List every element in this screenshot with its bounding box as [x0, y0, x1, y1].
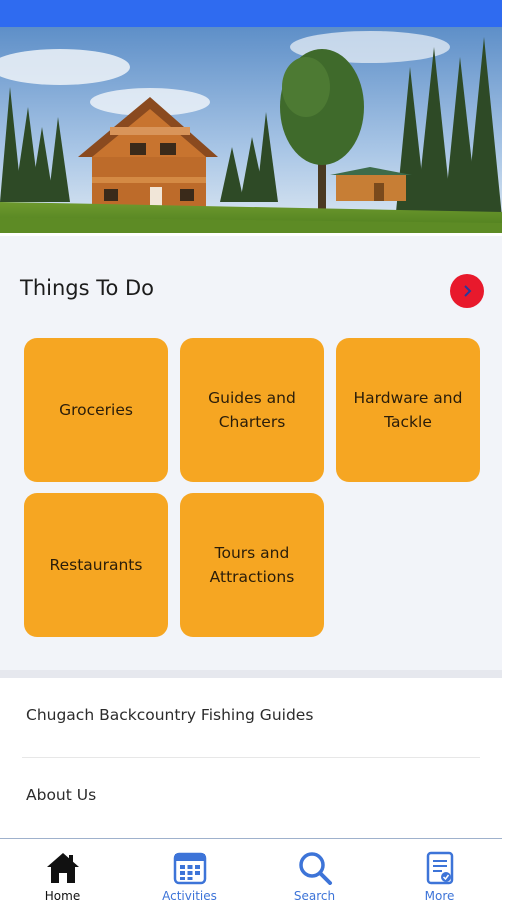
category-label: Guides and Charters — [208, 389, 296, 431]
chevron-right-icon — [464, 285, 472, 297]
category-tile-groceries[interactable]: Groceries — [24, 338, 168, 482]
things-to-do-section: Things To Do Groceries Guides and Charte… — [0, 236, 502, 670]
document-icon — [426, 851, 454, 885]
calendar-icon — [173, 852, 207, 885]
list-item-chugach-backcountry[interactable]: Chugach Backcountry Fishing Guides — [0, 678, 502, 756]
category-label: Tours and Attractions — [209, 544, 295, 586]
category-tile-restaurants[interactable]: Restaurants — [24, 493, 168, 637]
category-label: Hardware and Tackle — [353, 389, 463, 431]
category-label: Groceries — [59, 401, 133, 419]
tab-activities[interactable]: Activities — [127, 839, 252, 903]
tab-label: Home — [44, 889, 81, 903]
tab-search[interactable]: Search — [252, 839, 377, 903]
category-label: Restaurants — [49, 556, 143, 574]
tab-label: More — [424, 889, 455, 903]
screen-edge — [502, 0, 506, 900]
app-header — [0, 0, 502, 27]
category-tile-guides-and-charters[interactable]: Guides and Charters — [180, 338, 324, 482]
see-all-button[interactable] — [450, 274, 484, 308]
bottom-tab-bar: Home Activities Search More — [0, 839, 502, 903]
section-divider — [0, 670, 502, 678]
tab-label: Activities — [162, 889, 217, 903]
category-tile-hardware-and-tackle[interactable]: Hardware and Tackle — [336, 338, 480, 482]
hero-image — [0, 27, 502, 233]
category-tile-tours-and-attractions[interactable]: Tours and Attractions — [180, 493, 324, 637]
list-item-label: Chugach Backcountry Fishing Guides — [26, 706, 314, 724]
search-icon — [299, 852, 332, 885]
home-icon — [47, 853, 79, 883]
list-item-about-us[interactable]: About Us — [0, 758, 502, 836]
tab-more[interactable]: More — [377, 839, 502, 903]
tab-label: Search — [293, 889, 336, 903]
list-item-label: About Us — [26, 786, 97, 804]
section-title: Things To Do — [20, 276, 155, 300]
tab-home[interactable]: Home — [0, 839, 125, 903]
